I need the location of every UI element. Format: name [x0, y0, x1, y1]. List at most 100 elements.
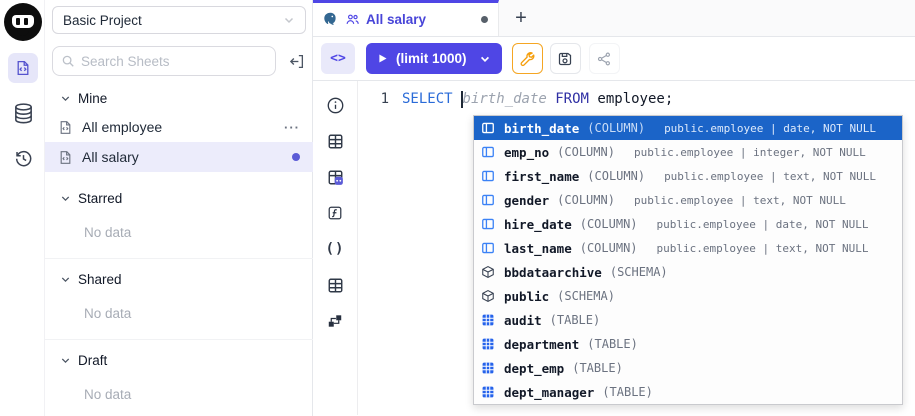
format-sql-button[interactable] [512, 43, 543, 74]
autocomplete-name: department [504, 337, 579, 352]
tab-all-salary[interactable]: All salary [313, 0, 499, 36]
autocomplete-item[interactable]: first_name (COLUMN) public.employee | te… [474, 164, 902, 188]
table-panel-button[interactable] [323, 130, 347, 152]
section-label: Mine [78, 91, 107, 106]
sheet-label: All employee [82, 119, 162, 135]
autocomplete-kind: (TABLE) [602, 385, 653, 399]
table-icon [481, 385, 496, 399]
worksheets-nav-button[interactable] [8, 53, 38, 83]
schema-cube-icon [481, 289, 496, 303]
autocomplete-kind: (COLUMN) [587, 169, 645, 183]
unsaved-indicator-dot [292, 153, 300, 161]
autocomplete-kind: (TABLE) [572, 361, 623, 375]
sheet-item-all-employee[interactable]: All employee ··· [45, 112, 313, 142]
run-options-chevron-icon[interactable] [479, 53, 491, 65]
run-query-button[interactable]: (limit 1000) [366, 43, 502, 74]
brackets-panel-button[interactable]: () [323, 238, 347, 260]
autocomplete-item[interactable]: hire_date (COLUMN) public.employee | dat… [474, 212, 902, 236]
section-header-draft[interactable]: Draft [45, 346, 313, 374]
autocomplete-item[interactable]: public (SCHEMA) [474, 284, 902, 308]
function-panel-button[interactable] [323, 202, 347, 224]
sql-identifier: employee; [597, 91, 673, 107]
play-icon [377, 53, 388, 64]
section-header-starred[interactable]: Starred [45, 184, 313, 212]
autocomplete-item[interactable]: department (TABLE) [474, 332, 902, 356]
wrench-icon [519, 51, 535, 67]
autocomplete-name: public [504, 289, 549, 304]
code-view-toggle[interactable]: <> [321, 43, 355, 74]
sheet-search-box[interactable] [52, 46, 276, 76]
history-icon [13, 148, 34, 169]
file-code-icon [58, 150, 73, 165]
sheet-more-menu[interactable]: ··· [284, 120, 300, 135]
column-icon [481, 169, 496, 183]
databases-nav-button[interactable] [8, 98, 38, 128]
chevron-down-icon [60, 274, 71, 285]
autocomplete-item[interactable]: last_name (COLUMN) public.employee | tex… [474, 236, 902, 260]
logo-face [12, 15, 34, 28]
autocomplete-item[interactable]: audit (TABLE) [474, 308, 902, 332]
autocomplete-name: hire_date [504, 217, 572, 232]
autocomplete-item[interactable]: dept_manager (TABLE) [474, 380, 902, 404]
info-button[interactable] [323, 94, 347, 116]
autocomplete-item[interactable]: bbdataarchive (SCHEMA) [474, 260, 902, 284]
autocomplete-name: birth_date [504, 121, 579, 136]
history-nav-button[interactable] [8, 143, 38, 173]
autocomplete-detail: public.employee | text, NOT NULL [634, 194, 846, 207]
autocomplete-kind: (COLUMN) [587, 121, 645, 135]
save-icon [557, 51, 573, 67]
autocomplete-detail: public.employee | text, NOT NULL [664, 170, 876, 183]
search-icon [61, 54, 75, 68]
section-header-shared[interactable]: Shared [45, 265, 313, 293]
project-selector[interactable]: Basic Project [52, 6, 306, 34]
section-label: Draft [78, 353, 107, 368]
tab-title: All salary [366, 12, 426, 27]
bytebase-logo[interactable] [4, 3, 42, 41]
sql-keyword: SELECT [402, 91, 453, 107]
share-sheet-button[interactable] [589, 43, 620, 74]
column-icon [481, 241, 496, 255]
colored-table-button[interactable] [323, 166, 347, 188]
autocomplete-kind: (SCHEMA) [557, 289, 615, 303]
sheet-item-all-salary[interactable]: All salary [45, 142, 313, 172]
save-sheet-button[interactable] [550, 43, 581, 74]
autocomplete-detail: public.employee | date, NOT NULL [664, 122, 876, 135]
autocomplete-kind: (TABLE) [587, 337, 638, 351]
shared-people-icon [345, 12, 360, 27]
main-area: All salary + <> (limit 1000) [313, 0, 915, 416]
sql-keyword: FROM [555, 91, 589, 107]
collapse-sidebar-icon[interactable] [288, 53, 305, 70]
autocomplete-name: dept_manager [504, 385, 594, 400]
table-list-button[interactable] [323, 274, 347, 296]
tab-bar: All salary + [313, 0, 915, 37]
sheet-label: All salary [82, 149, 139, 165]
chevron-down-icon [283, 14, 295, 26]
section-header-mine[interactable]: Mine [45, 84, 313, 112]
autocomplete-kind: (SCHEMA) [610, 265, 668, 279]
autocomplete-item[interactable]: dept_emp (TABLE) [474, 356, 902, 380]
sql-editor[interactable]: 1 SELECT birth_date FROM employee; birth… [358, 81, 915, 415]
autocomplete-item[interactable]: emp_no (COLUMN) public.employee | intege… [474, 140, 902, 164]
line-number: 1 [358, 91, 402, 107]
autocomplete-kind: (COLUMN) [557, 145, 615, 159]
table-icon [481, 361, 496, 375]
autocomplete-item[interactable]: gender (COLUMN) public.employee | text, … [474, 188, 902, 212]
autocomplete-kind: (COLUMN) [580, 241, 638, 255]
code-line-1: 1 SELECT birth_date FROM employee; [358, 87, 915, 111]
autocomplete-name: dept_emp [504, 361, 564, 376]
autocomplete-detail: public.employee | integer, NOT NULL [634, 146, 866, 159]
new-tab-button[interactable]: + [505, 0, 537, 36]
chevron-down-icon [60, 355, 71, 366]
schema-diagram-button[interactable] [323, 310, 347, 332]
sidebar: Basic Project [45, 0, 313, 416]
search-sheets-input[interactable] [81, 54, 261, 69]
autocomplete-item[interactable]: birth_date (COLUMN) public.employee | da… [474, 116, 902, 140]
section-label: Starred [78, 191, 122, 206]
column-icon [481, 145, 496, 159]
share-icon [596, 51, 612, 67]
file-code-icon [58, 120, 73, 135]
autocomplete-popup: birth_date (COLUMN) public.employee | da… [473, 115, 903, 405]
schema-cube-icon [481, 265, 496, 279]
run-button-label: (limit 1000) [396, 51, 467, 66]
autocomplete-kind: (COLUMN) [557, 193, 615, 207]
